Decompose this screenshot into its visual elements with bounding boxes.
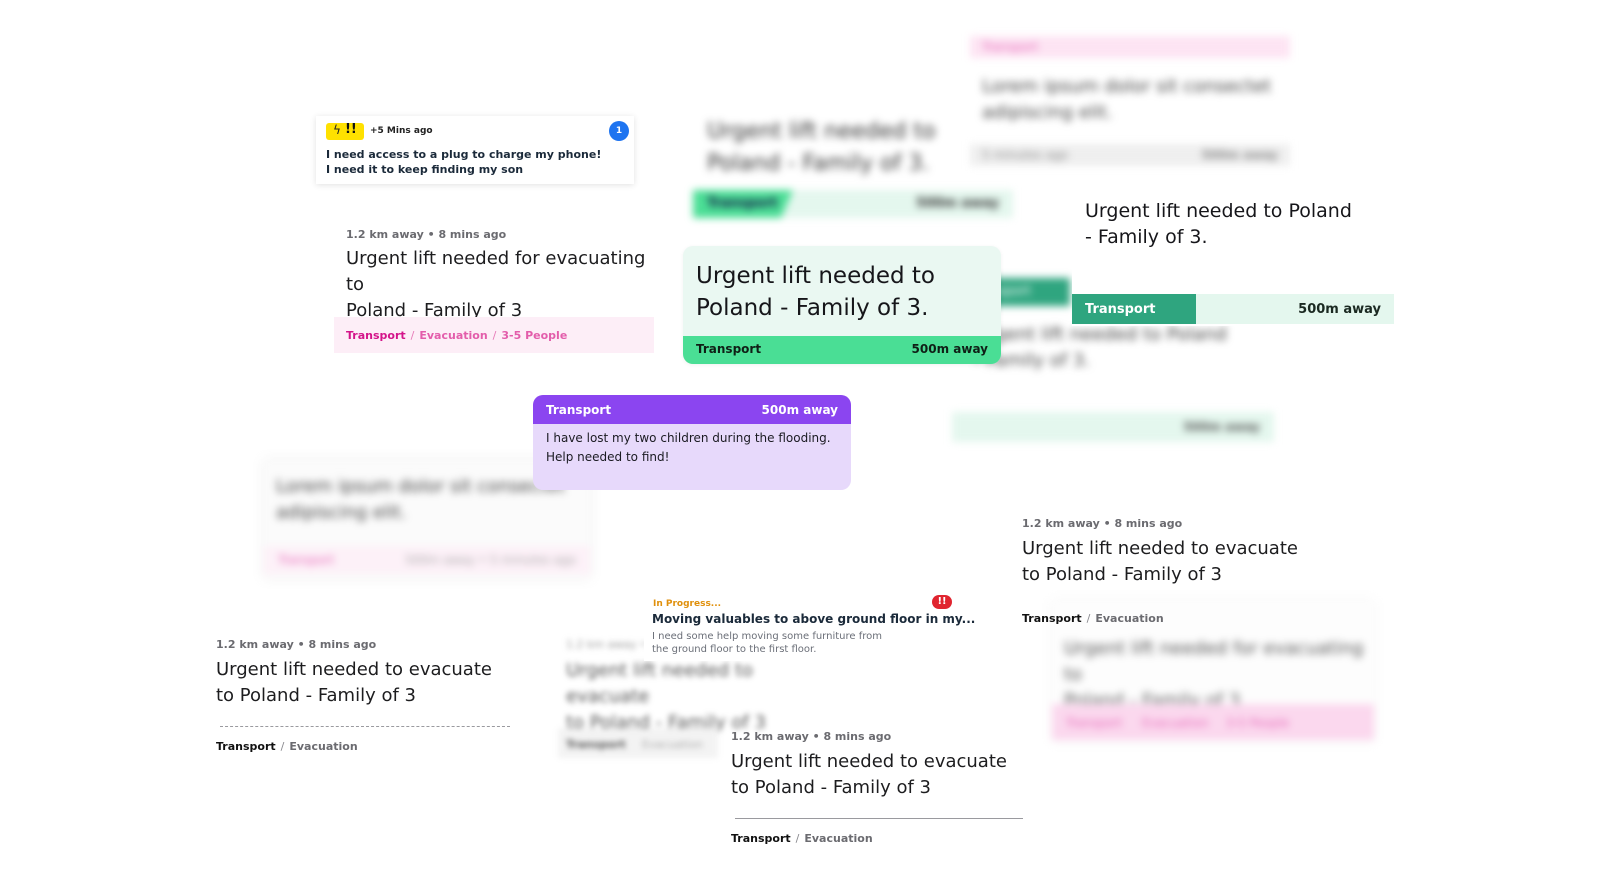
category-label: Transport [696, 342, 762, 356]
request-card-evacuate-right[interactable]: 1.2 km away • 8 mins ago Urgent lift nee… [1022, 515, 1312, 631]
blurred-card-top: Urgent lift needed to Poland - Family of… [693, 112, 1013, 222]
card-title: Urgent lift needed to evacuate to Poland… [731, 751, 1007, 798]
tag-evacuation[interactable]: Evacuation [804, 832, 872, 845]
notification-body: I need access to a plug to charge my pho… [326, 148, 602, 176]
tag-people[interactable]: 3-5 People [501, 329, 567, 342]
task-card-in-progress[interactable]: In Progress... !! Moving valuables to ab… [644, 593, 975, 661]
card-title: Urgent lift needed to Poland - Family of… [696, 263, 935, 321]
tag-transport[interactable]: Transport [216, 740, 276, 753]
lightning-icon: ϟ [333, 123, 341, 137]
category-label: Transport [546, 403, 612, 417]
tag-evacuation[interactable]: Evacuation [419, 329, 487, 342]
tag-bar: Transport / Evacuation [731, 832, 873, 845]
card-footer: Transport 500m away [1072, 294, 1394, 324]
notification-card[interactable]: ϟ !! +5 Mins ago 1 I need access to a pl… [316, 116, 634, 184]
card-footer: Transport 500m away [683, 336, 1001, 364]
tag-evacuation[interactable]: Evacuation [1095, 612, 1163, 625]
request-card-teal[interactable]: Urgent lift needed to Poland - Family of… [1072, 196, 1394, 326]
request-card-purple[interactable]: Transport 500m away I have lost my two c… [533, 395, 851, 490]
task-title: Moving valuables to above ground floor i… [652, 612, 976, 626]
tag-transport[interactable]: Transport [1022, 612, 1082, 625]
card-title: Urgent lift needed to Poland - Family of… [1085, 200, 1352, 248]
tag-transport[interactable]: Transport [731, 832, 791, 845]
card-meta: 1.2 km away • 8 mins ago [216, 638, 377, 651]
blurred-footer: Transport 500m away [693, 190, 1013, 218]
category-label: Transport [1085, 302, 1156, 317]
tag-bar: Transport / Evacuation [216, 740, 358, 753]
tag-evacuation[interactable]: Evacuation [289, 740, 357, 753]
tag-bar: Transport / Evacuation/3-5 People [334, 317, 654, 353]
priority-badge: ϟ !! [326, 122, 364, 140]
card-meta: 1.2 km away • 8 mins ago [346, 228, 507, 241]
blurred-title: Urgent lift needed to Poland - Family of… [707, 119, 936, 176]
card-meta: 1.2 km away • 8 mins ago [1022, 517, 1183, 530]
request-card-evacuating[interactable]: 1.2 km away • 8 mins ago Urgent lift nee… [334, 226, 654, 354]
card-header: Transport 500m away [533, 395, 851, 424]
card-title: Urgent lift needed to evacuate to Poland… [216, 659, 492, 706]
request-card-evacuate-bottom[interactable]: 1.2 km away • 8 mins ago Urgent lift nee… [731, 728, 1031, 848]
unread-badge: 1 [609, 121, 629, 141]
notification-time: +5 Mins ago [370, 126, 433, 136]
distance-label: 500m away [1298, 302, 1381, 317]
blurred-strip-right: 500m away [952, 412, 1274, 442]
request-card-green[interactable]: Urgent lift needed to Poland - Family of… [683, 246, 1001, 364]
status-label: In Progress... [653, 599, 722, 609]
card-body: I have lost my two children during the f… [546, 431, 831, 464]
exclamation-icon: !! [345, 122, 357, 137]
request-card-evacuate-left[interactable]: 1.2 km away • 8 mins ago Urgent lift nee… [216, 636, 516, 756]
dashed-divider [220, 726, 510, 727]
solid-divider [735, 818, 1023, 819]
tag-bar: Transport / Evacuation [1022, 612, 1164, 625]
alert-icon: !! [932, 595, 952, 609]
distance-label: 500m away [761, 403, 838, 417]
distance-label: 500m away [911, 342, 988, 356]
blurred-card-right-top: Transport Lorem ipsum dolor sit consecte… [970, 36, 1290, 171]
card-meta: 1.2 km away • 8 mins ago [731, 730, 892, 743]
tag-transport[interactable]: Transport [346, 329, 406, 342]
card-title: Urgent lift needed for evacuating to Pol… [346, 248, 646, 321]
card-title: Urgent lift needed to evacuate to Poland… [1022, 538, 1298, 585]
task-body: I need some help moving some furniture f… [652, 631, 882, 655]
